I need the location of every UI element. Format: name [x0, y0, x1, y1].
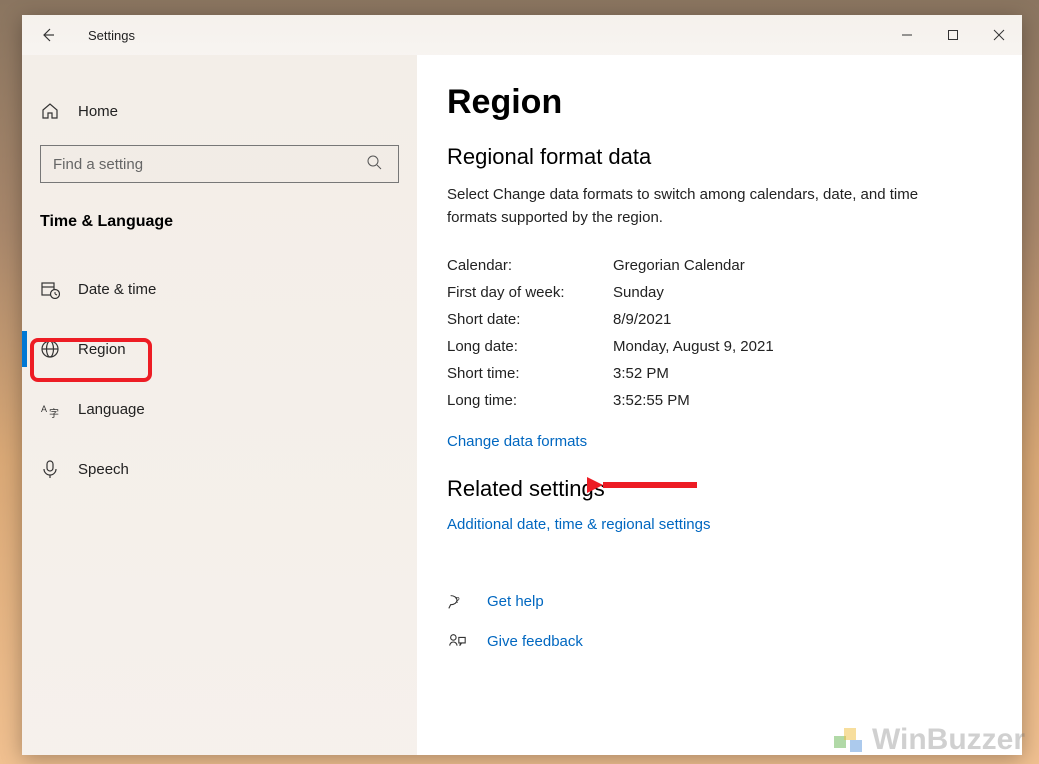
- maximize-icon: [947, 29, 959, 41]
- give-feedback-row[interactable]: Give feedback: [447, 631, 992, 651]
- window-controls: [884, 15, 1022, 55]
- row-key: Long date:: [447, 338, 613, 355]
- arrow-left-icon: [39, 26, 57, 44]
- app-body: Home Time & Language Date & time: [22, 55, 1022, 755]
- svg-text:字: 字: [49, 407, 59, 419]
- calendar-clock-icon: [40, 279, 60, 299]
- sidebar-item-region[interactable]: Region: [22, 325, 417, 373]
- home-icon: [40, 101, 60, 121]
- get-help-row[interactable]: ? Get help: [447, 591, 992, 611]
- row-key: First day of week:: [447, 284, 613, 301]
- related-settings: Related settings Additional date, time &…: [447, 476, 992, 533]
- sidebar-item-home[interactable]: Home: [22, 89, 417, 133]
- sidebar-item-label: Language: [78, 401, 145, 418]
- row-value: Monday, August 9, 2021: [613, 338, 774, 355]
- regional-format-table: Calendar: Gregorian Calendar First day o…: [447, 257, 992, 409]
- get-help-link[interactable]: Get help: [487, 593, 544, 610]
- svg-text:?: ?: [455, 596, 460, 605]
- search-wrap: [40, 145, 399, 183]
- help-links: ? Get help Give feedback: [447, 591, 992, 651]
- page-title: Region: [447, 83, 992, 122]
- row-value: Gregorian Calendar: [613, 257, 745, 274]
- row-key: Calendar:: [447, 257, 613, 274]
- give-feedback-link[interactable]: Give feedback: [487, 633, 583, 650]
- sidebar-item-language[interactable]: A字 Language: [22, 385, 417, 433]
- additional-settings-link[interactable]: Additional date, time & regional setting…: [447, 516, 992, 533]
- row-first-day: First day of week: Sunday: [447, 284, 992, 301]
- app-title: Settings: [88, 28, 135, 43]
- search-box[interactable]: [40, 145, 399, 183]
- settings-window: Settings Home: [22, 15, 1022, 755]
- sidebar-item-speech[interactable]: Speech: [22, 445, 417, 493]
- change-data-formats-link[interactable]: Change data formats: [447, 433, 992, 450]
- back-button[interactable]: [28, 15, 68, 55]
- row-value: 8/9/2021: [613, 311, 671, 328]
- row-short-time: Short time: 3:52 PM: [447, 365, 992, 382]
- titlebar: Settings: [22, 15, 1022, 55]
- row-long-time: Long time: 3:52:55 PM: [447, 392, 992, 409]
- search-icon: [366, 154, 386, 174]
- row-value: 3:52:55 PM: [613, 392, 690, 409]
- close-icon: [993, 29, 1005, 41]
- section-title-format: Regional format data: [447, 144, 992, 170]
- sidebar-nav: Date & time Region A字 Language: [22, 265, 417, 493]
- row-long-date: Long date: Monday, August 9, 2021: [447, 338, 992, 355]
- row-key: Short date:: [447, 311, 613, 328]
- globe-icon: [40, 339, 60, 359]
- feedback-icon: [447, 631, 467, 651]
- close-button[interactable]: [976, 15, 1022, 55]
- sidebar-item-date-time[interactable]: Date & time: [22, 265, 417, 313]
- microphone-icon: [40, 459, 60, 479]
- svg-text:A: A: [41, 404, 47, 414]
- help-icon: ?: [447, 591, 467, 611]
- maximize-button[interactable]: [930, 15, 976, 55]
- main-content: Region Regional format data Select Chang…: [417, 55, 1022, 755]
- search-input[interactable]: [53, 156, 366, 173]
- sidebar-category: Time & Language: [40, 213, 417, 231]
- sidebar: Home Time & Language Date & time: [22, 55, 417, 755]
- row-key: Short time:: [447, 365, 613, 382]
- row-value: 3:52 PM: [613, 365, 669, 382]
- row-value: Sunday: [613, 284, 664, 301]
- home-label: Home: [78, 103, 118, 120]
- minimize-button[interactable]: [884, 15, 930, 55]
- row-key: Long time:: [447, 392, 613, 409]
- sidebar-item-label: Date & time: [78, 281, 156, 298]
- row-short-date: Short date: 8/9/2021: [447, 311, 992, 328]
- sidebar-item-label: Speech: [78, 461, 129, 478]
- section-title-related: Related settings: [447, 476, 992, 502]
- sidebar-item-label: Region: [78, 341, 126, 358]
- row-calendar: Calendar: Gregorian Calendar: [447, 257, 992, 274]
- section-description: Select Change data formats to switch amo…: [447, 184, 957, 229]
- minimize-icon: [901, 29, 913, 41]
- language-icon: A字: [40, 399, 60, 419]
